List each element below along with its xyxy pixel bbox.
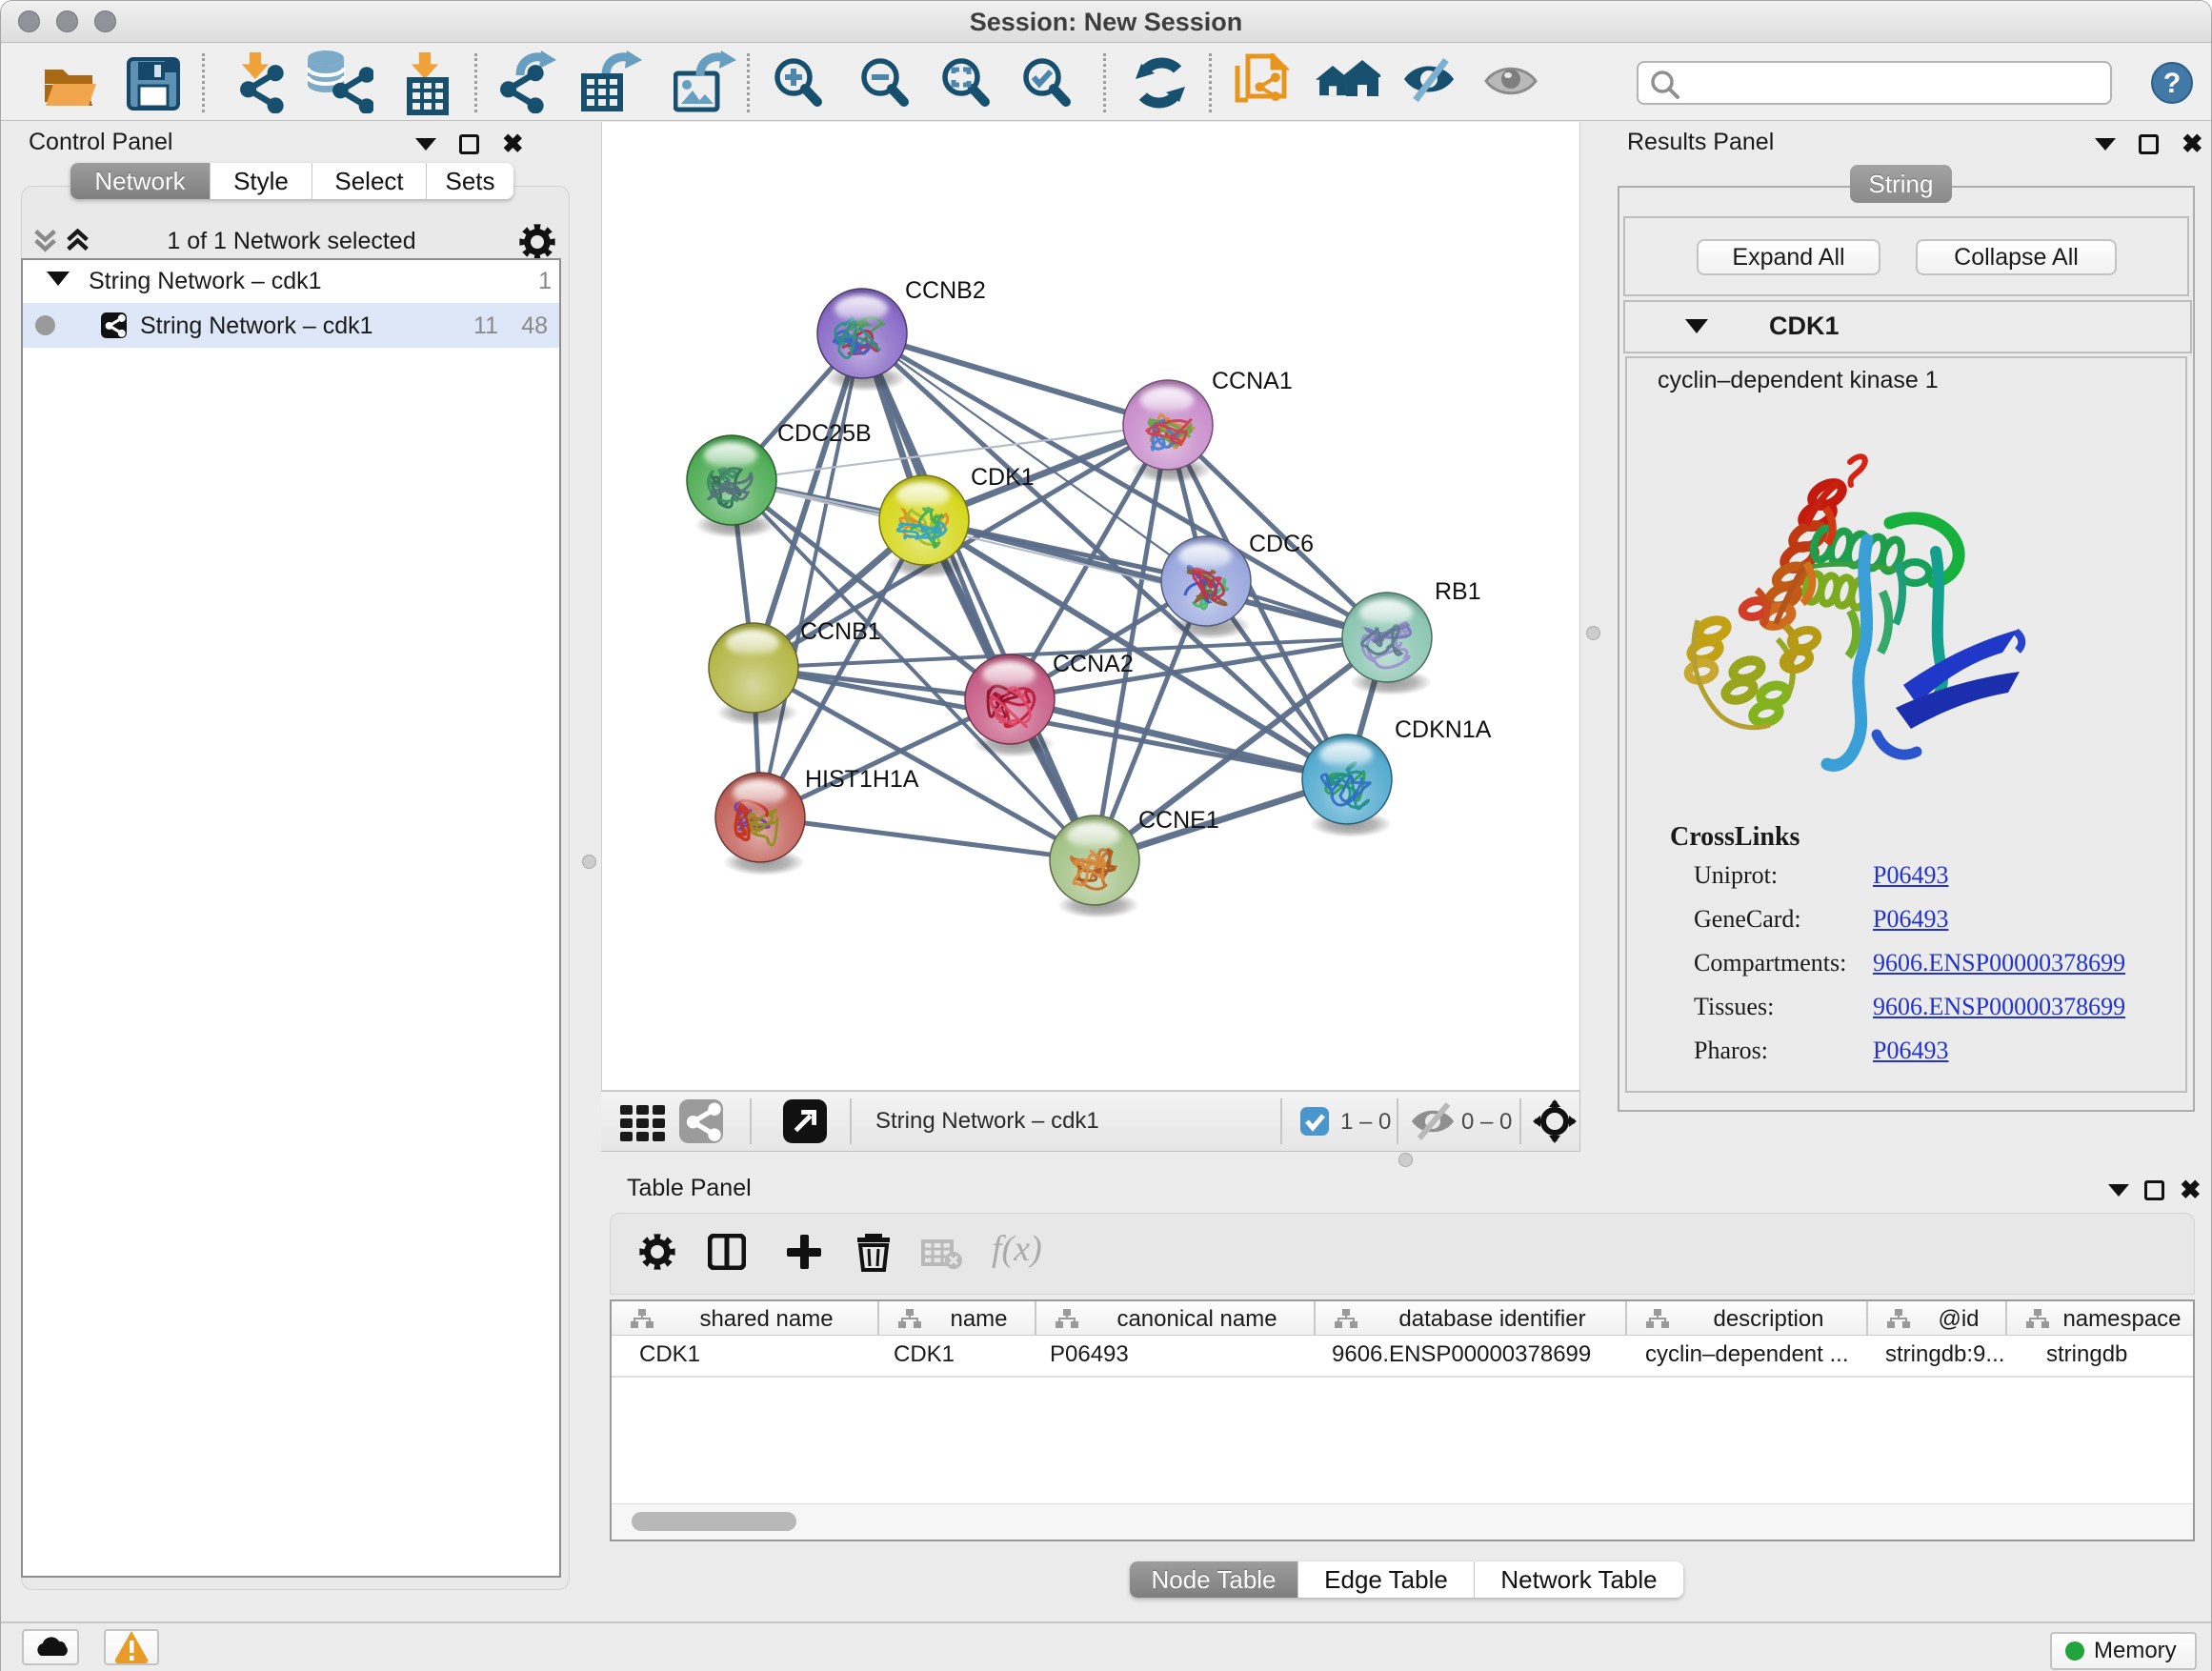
- svg-text:CDK1: CDK1: [971, 464, 1035, 491]
- svg-text:CDKN1A: CDKN1A: [1395, 716, 1492, 743]
- svg-text:CDC25B: CDC25B: [777, 420, 872, 447]
- svg-text:HIST1H1A: HIST1H1A: [805, 766, 919, 793]
- svg-text:?: ?: [2163, 68, 2181, 99]
- svg-text:CCNB1: CCNB1: [800, 618, 881, 645]
- svg-text:CCNA1: CCNA1: [1212, 368, 1293, 394]
- svg-text:CCNB2: CCNB2: [905, 277, 986, 304]
- svg-text:CCNA2: CCNA2: [1053, 651, 1134, 677]
- svg-text:RB1: RB1: [1435, 578, 1481, 605]
- svg-text:CCNE1: CCNE1: [1138, 807, 1219, 834]
- svg-text:CDC6: CDC6: [1249, 531, 1314, 557]
